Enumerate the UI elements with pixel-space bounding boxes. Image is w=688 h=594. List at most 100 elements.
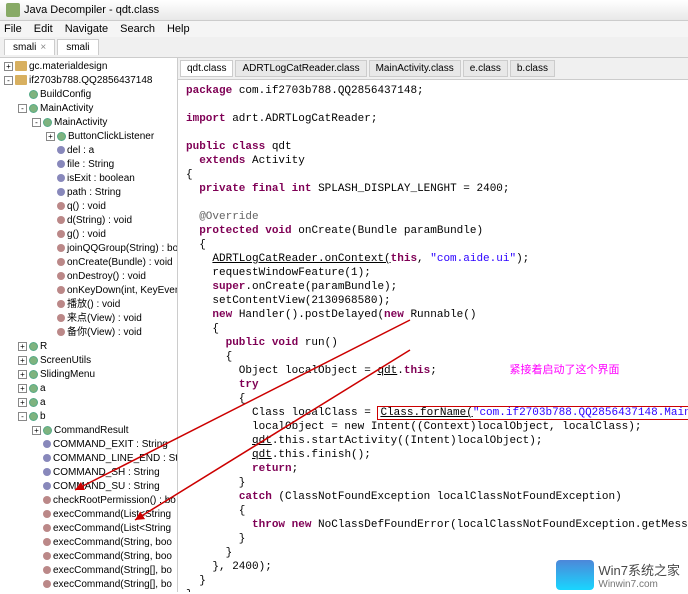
mth-icon xyxy=(57,244,65,252)
tab-label: smali xyxy=(66,42,89,53)
tree-node[interactable]: - if2703b788.QQ2856437148 xyxy=(4,74,175,88)
tree-label: execCommand(String[], bo xyxy=(53,565,172,576)
tree-node[interactable]: -b xyxy=(18,410,175,424)
editor-tab[interactable]: ADRTLogCatReader.class xyxy=(235,60,366,77)
menu-file[interactable]: File xyxy=(4,23,22,35)
mth-icon xyxy=(43,580,51,588)
tree-node[interactable]: onKeyDown(int, KeyEvent) : xyxy=(46,284,175,298)
tree-node[interactable]: execCommand(String[], bo xyxy=(32,564,175,578)
tree-node[interactable]: +gc.materialdesign xyxy=(4,60,175,74)
mth-icon xyxy=(57,202,65,210)
watermark-url: Winwin7.com xyxy=(598,579,680,590)
tree-label: execCommand(String, boo xyxy=(53,537,172,548)
tree-node[interactable]: execCommand(String[], bo xyxy=(32,578,175,592)
tree-label: ButtonClickListener xyxy=(68,131,154,142)
package-tree[interactable]: +gc.materialdesign - if2703b788.QQ28564371… xyxy=(0,58,178,592)
tree-label: 播放() : void xyxy=(67,299,120,310)
expand-toggle[interactable]: + xyxy=(18,384,27,393)
tree-node[interactable]: COMMAND_SH : String xyxy=(32,466,175,480)
close-icon[interactable]: × xyxy=(40,42,46,53)
cls-icon xyxy=(29,384,38,393)
fld-icon xyxy=(57,188,65,196)
tree-label: MainActivity xyxy=(54,117,107,128)
expand-toggle[interactable]: + xyxy=(32,426,41,435)
mth-icon xyxy=(43,510,51,518)
tree-node[interactable]: joinQQGroup(String) : bool xyxy=(46,242,175,256)
menu-help[interactable]: Help xyxy=(167,23,190,35)
fld-icon xyxy=(43,454,51,462)
tree-node[interactable]: execCommand(String, boo xyxy=(32,550,175,564)
tree-node[interactable]: execCommand(List<String xyxy=(32,522,175,536)
tree-label: isExit : boolean xyxy=(67,173,135,184)
tree-node[interactable]: 播放() : void xyxy=(46,298,175,312)
tree-node[interactable]: +CommandResult xyxy=(32,424,175,438)
tree-node[interactable]: +R xyxy=(18,340,175,354)
tree-node[interactable]: execCommand(String, boo xyxy=(32,536,175,550)
tree-node[interactable]: q() : void xyxy=(46,200,175,214)
fld-icon xyxy=(57,174,65,182)
editor-tab[interactable]: qdt.class xyxy=(180,60,233,77)
cls-icon xyxy=(29,104,38,113)
tree-node[interactable]: 备你(View) : void xyxy=(46,326,175,340)
tree-label: del : a xyxy=(67,145,94,156)
project-tab[interactable]: smali× xyxy=(4,39,55,55)
expand-toggle[interactable]: + xyxy=(18,356,27,365)
windows-logo-icon xyxy=(556,560,594,590)
tree-node[interactable]: onDestroy() : void xyxy=(46,270,175,284)
menu-edit[interactable]: Edit xyxy=(34,23,53,35)
tree-node[interactable]: del : a xyxy=(46,144,175,158)
tree-label: ScreenUtils xyxy=(40,355,91,366)
window-title: Java Decompiler - qdt.class xyxy=(24,4,159,16)
tree-node[interactable]: execCommand(List<String xyxy=(32,508,175,522)
project-tab[interactable]: smali xyxy=(57,39,98,55)
fld-icon xyxy=(43,482,51,490)
expand-toggle[interactable]: + xyxy=(18,370,27,379)
menu-navigate[interactable]: Navigate xyxy=(65,23,108,35)
tree-node[interactable]: COMMAND_EXIT : String xyxy=(32,438,175,452)
tree-node[interactable]: checkRootPermission() : bo xyxy=(32,494,175,508)
tree-label: a xyxy=(40,383,46,394)
tree-label: file : String xyxy=(67,159,114,170)
expand-toggle[interactable]: - xyxy=(32,118,41,127)
expand-toggle[interactable]: + xyxy=(18,398,27,407)
tree-node[interactable]: +SlidingMenu xyxy=(18,368,175,382)
tree-node[interactable]: + ButtonClickListener xyxy=(46,130,175,144)
tree-node[interactable]: onCreate(Bundle) : void xyxy=(46,256,175,270)
tree-node[interactable]: isExit : boolean xyxy=(46,172,175,186)
tree-node[interactable]: path : String xyxy=(46,186,175,200)
tree-label: if2703b788.QQ2856437148 xyxy=(29,75,152,86)
expand-toggle[interactable]: - xyxy=(4,76,13,85)
expand-toggle[interactable]: - xyxy=(18,104,27,113)
editor-tab[interactable]: MainActivity.class xyxy=(369,60,461,77)
tree-node[interactable]: d(String) : void xyxy=(46,214,175,228)
expand-toggle[interactable]: + xyxy=(46,132,55,141)
menu-search[interactable]: Search xyxy=(120,23,155,35)
source-code[interactable]: package com.if2703b788.QQ2856437148; imp… xyxy=(178,80,688,592)
cls-icon xyxy=(43,118,52,127)
tree-node[interactable]: g() : void xyxy=(46,228,175,242)
tree-node[interactable]: +a xyxy=(18,396,175,410)
main-area: +gc.materialdesign - if2703b788.QQ28564371… xyxy=(0,58,688,592)
tree-node[interactable]: file : String xyxy=(46,158,175,172)
tree-node[interactable]: - MainActivity xyxy=(32,116,175,130)
tree-node[interactable]: COMMAND_LINE_END : St xyxy=(32,452,175,466)
editor-tab[interactable]: b.class xyxy=(510,60,555,77)
mth-icon xyxy=(57,272,65,280)
tree-node[interactable]: 来点(View) : void xyxy=(46,312,175,326)
tree-node[interactable]: + ScreenUtils xyxy=(18,354,175,368)
tree-label: onCreate(Bundle) : void xyxy=(67,257,173,268)
project-tabs: smali× smali xyxy=(0,37,688,58)
mth-icon xyxy=(43,538,51,546)
pkg-icon xyxy=(15,75,27,85)
tree-label: COMMAND_SH : String xyxy=(53,467,160,478)
tree-node[interactable]: +a xyxy=(18,382,175,396)
tree-node[interactable]: -MainActivity xyxy=(18,102,175,116)
expand-toggle[interactable]: - xyxy=(18,412,27,421)
editor-tab[interactable]: e.class xyxy=(463,60,508,77)
tree-node[interactable]: COMMAND_SU : String xyxy=(32,480,175,494)
tree-node[interactable]: BuildConfig xyxy=(18,88,175,102)
tree-label: g() : void xyxy=(67,229,106,240)
tree-label: q() : void xyxy=(67,201,106,212)
expand-toggle[interactable]: + xyxy=(18,342,27,351)
expand-toggle[interactable]: + xyxy=(4,62,13,71)
